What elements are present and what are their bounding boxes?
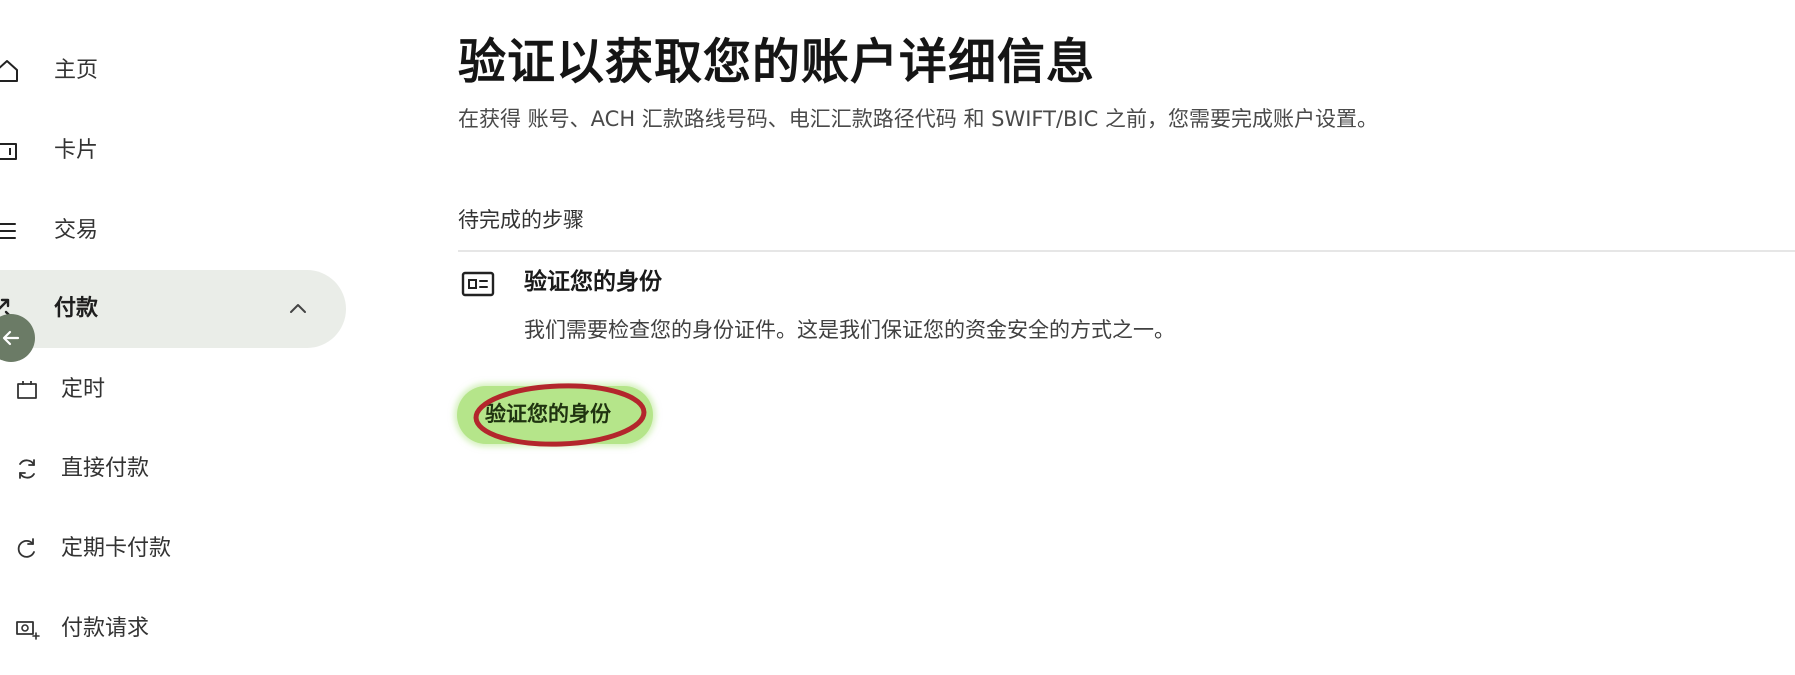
arrow-left-icon [2, 330, 20, 346]
sidebar-item-label: 卡片 [54, 138, 99, 163]
sidebar-item-label: 交易 [54, 218, 99, 243]
id-card-icon [461, 271, 495, 297]
card-icon [0, 143, 17, 160]
calendar-icon [17, 381, 37, 399]
chevron-up-icon[interactable] [287, 298, 309, 320]
sidebar-item-label: 直接付款 [61, 456, 150, 481]
sidebar-item-label: 付款请求 [61, 616, 150, 641]
request-icon [16, 621, 40, 640]
page-title: 验证以获取您的账户详细信息 [458, 34, 1096, 90]
verify-identity-button-label: 验证您的身份 [485, 402, 611, 426]
sidebar-item-label: 主页 [54, 58, 99, 83]
divider [458, 250, 1795, 252]
sidebar-item-label: 定时 [61, 377, 106, 402]
sidebar-item-payments[interactable]: 付款 [0, 270, 346, 348]
page-subtitle: 在获得 账号、ACH 汇款路线号码、电汇汇款路径代码 和 SWIFT/BIC 之… [458, 107, 1378, 131]
pending-steps-heading: 待完成的步骤 [458, 208, 584, 232]
home-icon [0, 60, 18, 82]
sync-icon [19, 459, 35, 479]
step-description: 我们需要检查您的身份证件。这是我们保证您的资金安全的方式之一。 [524, 318, 1175, 342]
verify-identity-button[interactable]: 验证您的身份 [457, 386, 653, 444]
step-title: 验证您的身份 [524, 269, 662, 295]
sidebar-item-label: 付款 [54, 296, 99, 321]
sidebar: 主页 卡片 交易 付款 定时 直接付款 定期卡付款 付款请求 [0, 0, 350, 675]
refresh-icon [17, 538, 35, 558]
sidebar-item-label: 定期卡付款 [61, 536, 172, 561]
list-icon [0, 223, 16, 239]
